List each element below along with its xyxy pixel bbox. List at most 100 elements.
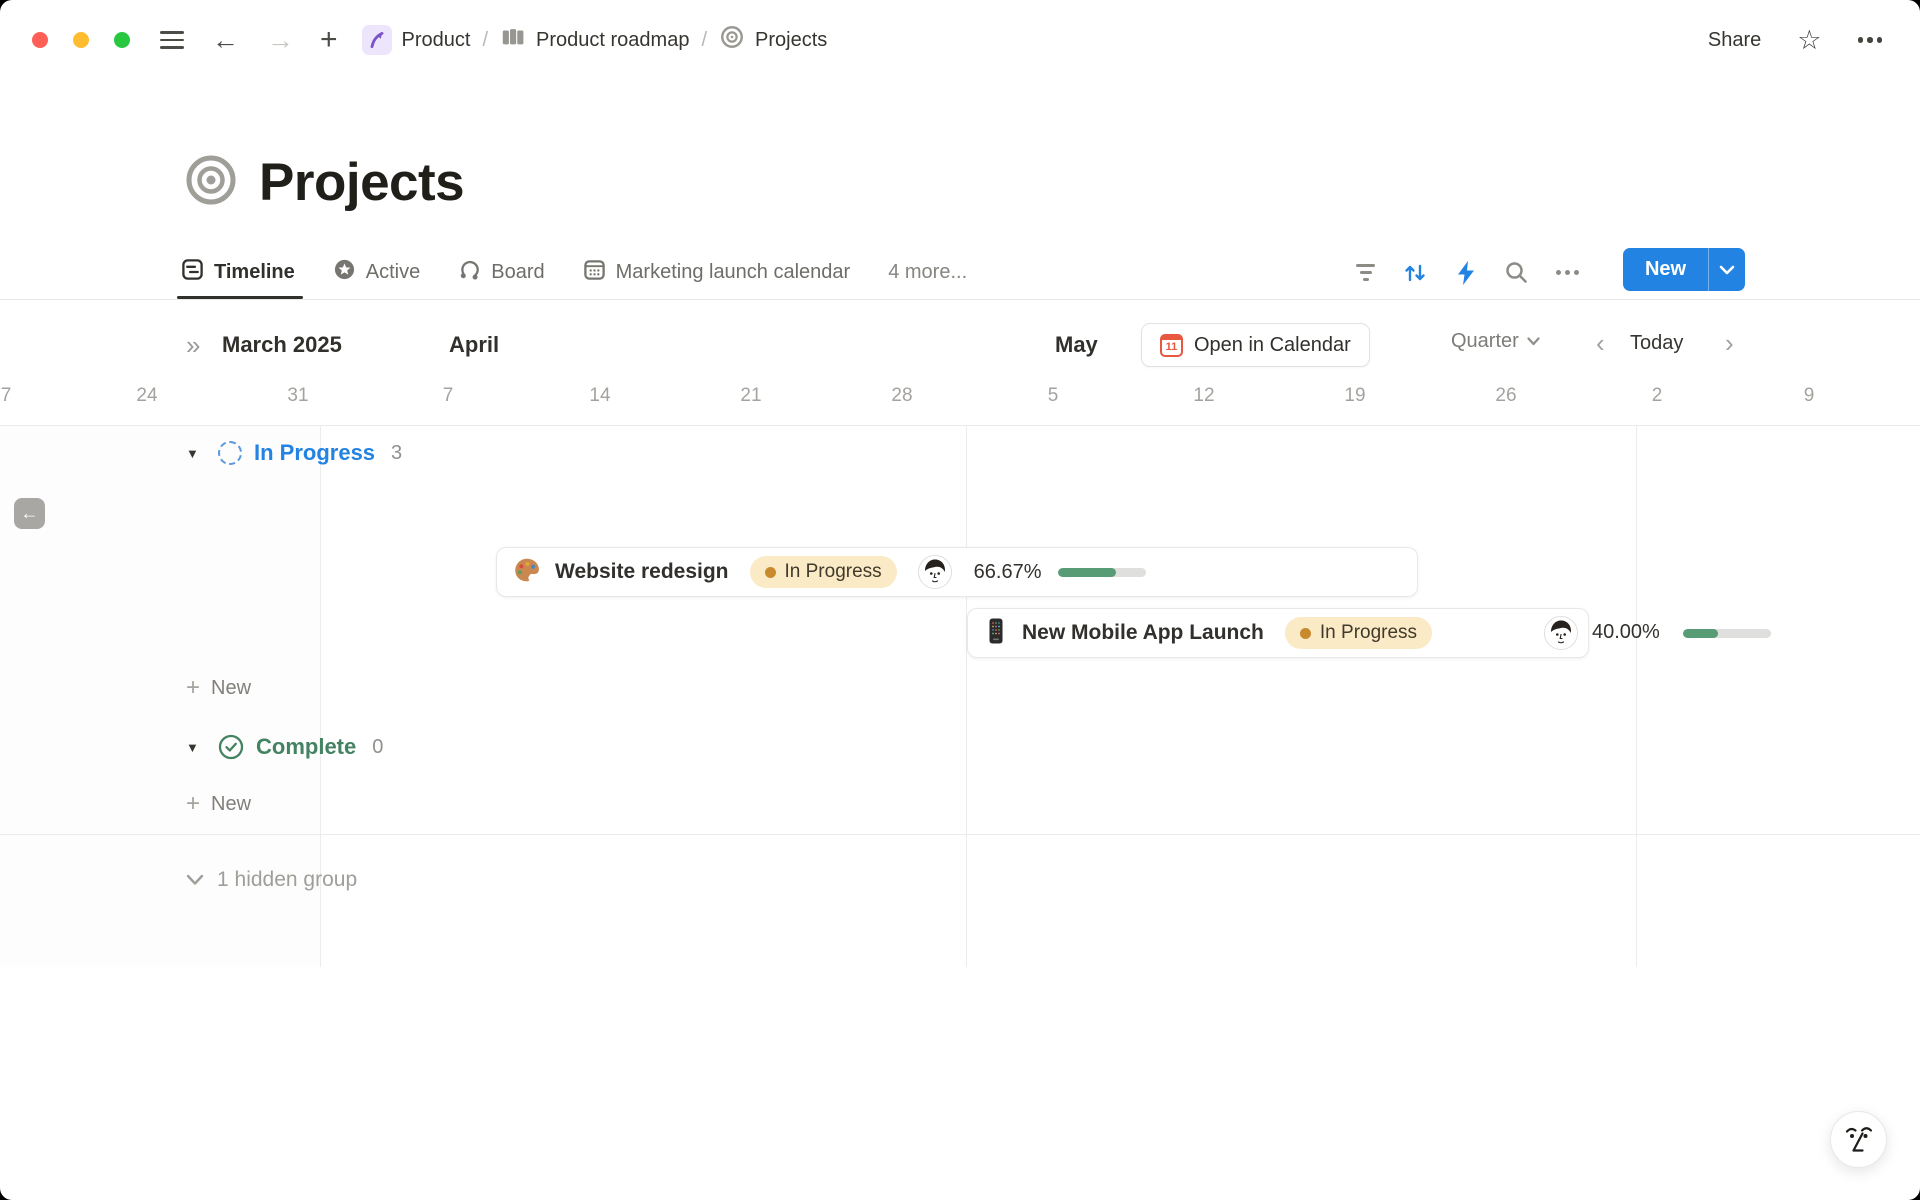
zoom-level-select[interactable]: Quarter [1451,330,1540,353]
chevron-down-icon [186,874,204,886]
window-controls [32,32,130,48]
tab-label: Marketing launch calendar [616,261,851,284]
status-label: In Progress [1320,622,1417,644]
timeline-view-icon [181,258,204,287]
open-in-calendar-button[interactable]: 11 Open in Calendar [1141,323,1370,367]
tab-label: 4 more... [888,261,967,284]
assignee-avatar [1544,616,1578,650]
hidden-group-label: 1 hidden group [217,868,357,892]
breadcrumb-product-roadmap[interactable]: Product roadmap [500,24,689,56]
date-tick: 24 [125,385,169,407]
lightning-icon[interactable] [1455,260,1477,286]
breadcrumb: Product / Product roadmap / Projects [362,24,828,56]
date-tick: 12 [1182,385,1226,407]
tab-timeline[interactable]: Timeline [181,246,295,299]
tab-label: Active [366,261,420,284]
breadcrumb-separator: / [701,29,707,52]
progress-percent: 66.67% [974,561,1042,584]
palette-icon [512,555,542,590]
chevron-down-icon[interactable] [1709,265,1745,275]
date-tick: 7 [0,385,28,407]
breadcrumb-projects[interactable]: Projects [719,24,827,56]
tab-active[interactable]: Active [333,246,420,299]
forward-arrow-icon[interactable]: → [267,27,294,54]
month-gridline [1636,426,1637,967]
status-badge: In Progress [1285,617,1432,649]
minimize-window-button[interactable] [73,32,89,48]
next-period-chevron-icon[interactable]: › [1725,328,1734,359]
status-dot-icon [765,567,776,578]
new-button[interactable]: New [1623,248,1745,291]
expand-past-months-icon[interactable]: » [186,330,200,361]
more-options-icon[interactable] [1858,37,1883,43]
plus-icon: + [186,676,200,700]
add-new-item-button[interactable]: + New [186,676,251,700]
new-button-label: New [1623,258,1708,281]
target-icon [719,24,745,56]
breadcrumb-label: Product [402,29,471,52]
back-arrow-icon[interactable]: ← [212,27,239,54]
date-tick: 21 [729,385,773,407]
complete-status-icon [218,734,244,760]
tab-marketing-launch-calendar[interactable]: Marketing launch calendar [583,246,851,299]
date-tick: 28 [880,385,924,407]
sidebar-toggle-icon[interactable] [160,31,184,49]
notion-window: ← → + Product / Product roadmap / [0,0,1920,1200]
view-options-ellipsis-icon[interactable] [1556,270,1579,275]
page-title[interactable]: Projects [259,152,464,213]
collapse-triangle-icon[interactable]: ▼ [186,740,208,755]
open-in-calendar-label: Open in Calendar [1194,334,1351,357]
timeline-item-new-mobile-app-launch[interactable]: New Mobile App Launch In Progress [967,608,1589,658]
date-tick: 14 [578,385,622,407]
tab-label: Board [491,261,544,284]
date-tick: 2 [1635,385,1679,407]
breadcrumb-separator: / [482,29,488,52]
chevron-down-icon [1527,337,1540,346]
month-gridline [966,426,967,967]
date-tick: 31 [276,385,320,407]
page-header: Projects [185,152,464,213]
tab-board[interactable]: Board [458,246,544,299]
top-bar: ← → + Product / Product roadmap / [0,0,1920,80]
assignee-avatar [918,555,952,589]
month-label-march: March 2025 [222,332,342,358]
item-title: New Mobile App Launch [1022,621,1264,645]
date-tick: 26 [1484,385,1528,407]
collapse-triangle-icon[interactable]: ▼ [186,446,208,461]
top-bar-actions: Share ☆ [1708,27,1920,54]
group-name: In Progress [254,440,375,466]
prev-period-chevron-icon[interactable]: ‹ [1596,328,1605,359]
search-icon[interactable] [1504,260,1529,285]
group-header-complete[interactable]: ▼ Complete 0 [186,734,383,760]
scroll-left-button[interactable]: ← [14,498,45,529]
new-page-icon[interactable]: + [320,25,338,55]
breadcrumb-product[interactable]: Product [362,25,471,55]
tabs-more-button[interactable]: 4 more... [888,246,967,299]
tab-label: Timeline [214,261,295,284]
status-dot-icon [1300,628,1311,639]
close-window-button[interactable] [32,32,48,48]
zoom-window-button[interactable] [114,32,130,48]
timeline-item-website-redesign[interactable]: Website redesign In Progress 66.67% [496,547,1418,597]
board-cycle-icon [458,258,481,287]
date-tick: 7 [426,385,470,407]
add-new-label: New [211,793,251,816]
target-bullseye-icon[interactable] [185,154,237,211]
date-tick: 5 [1031,385,1075,407]
item-title: Website redesign [555,560,729,584]
filter-icon[interactable] [1356,264,1375,281]
share-button[interactable]: Share [1708,29,1761,52]
month-label-may: May [1055,332,1098,358]
view-toolbar [1356,246,1579,299]
group-name: Complete [256,734,356,760]
breadcrumb-label: Product roadmap [536,29,689,52]
notion-ai-face-button[interactable] [1830,1111,1887,1168]
group-header-in-progress[interactable]: ▼ In Progress 3 [186,440,402,466]
hidden-group-toggle[interactable]: 1 hidden group [186,868,357,892]
sort-icon[interactable] [1402,260,1428,286]
favorite-star-icon[interactable]: ☆ [1797,27,1821,54]
add-new-item-button[interactable]: + New [186,792,251,816]
group-count: 3 [391,442,402,465]
month-label-april: April [449,332,499,358]
today-button[interactable]: Today [1630,332,1683,355]
